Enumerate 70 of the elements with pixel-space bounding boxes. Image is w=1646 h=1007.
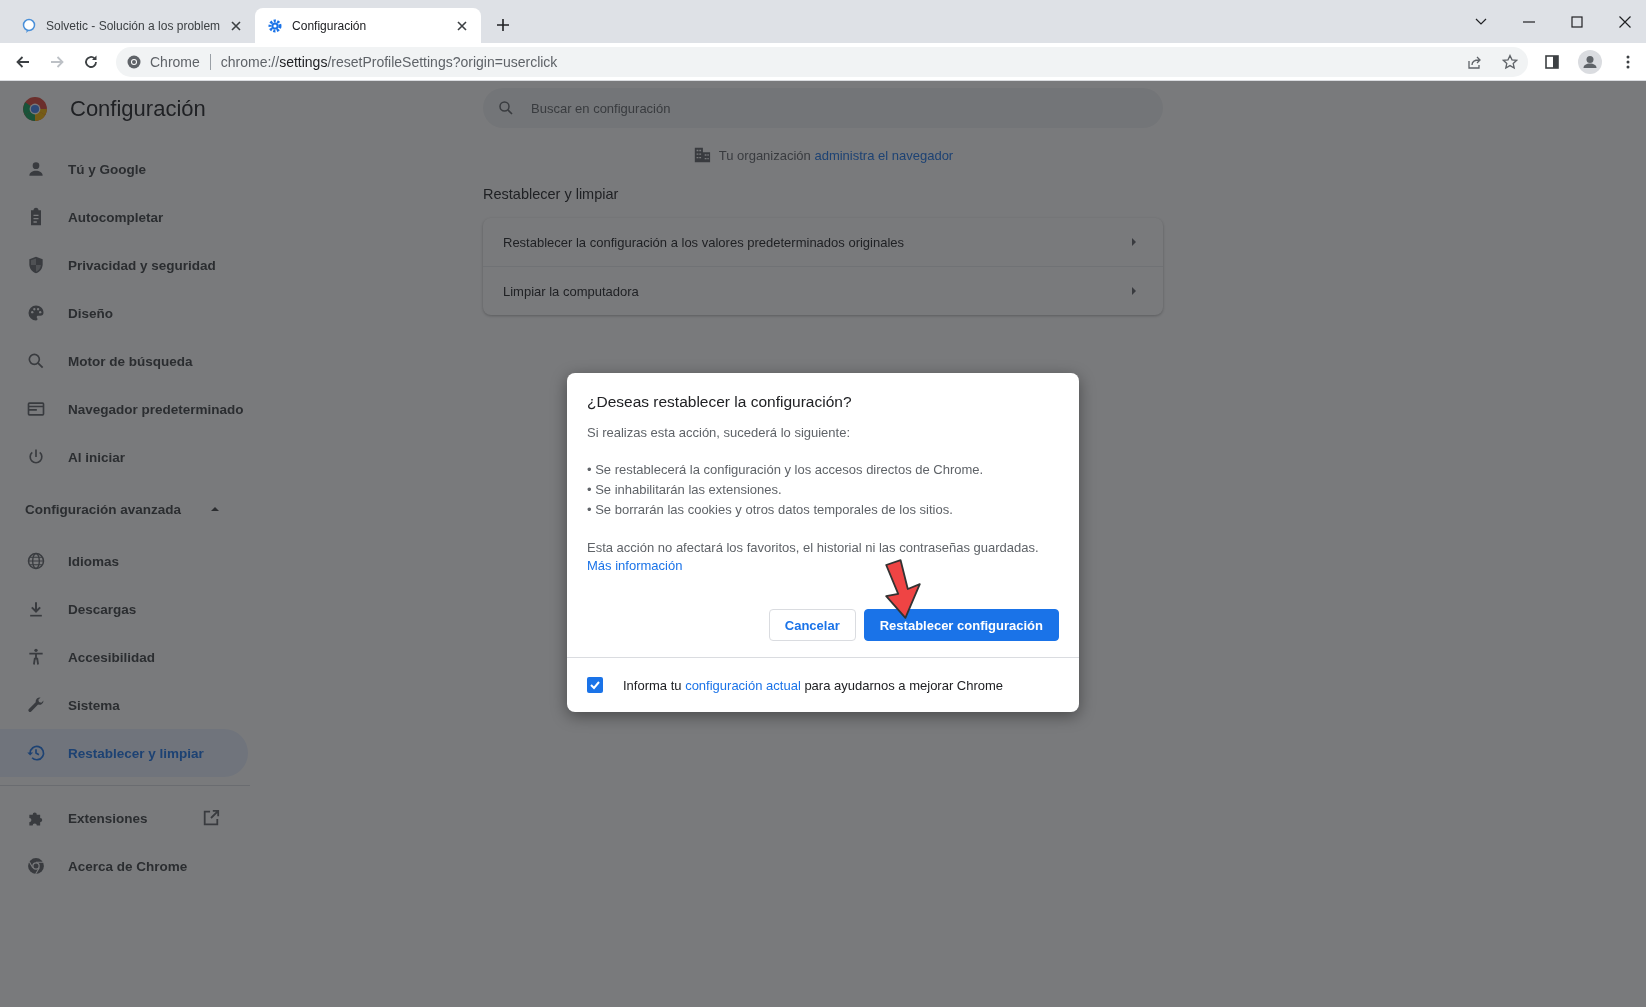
- advanced-section-toggle[interactable]: Configuración avanzada: [0, 481, 250, 537]
- browser-tab[interactable]: Solvetic - Solución a los problem: [9, 8, 256, 43]
- dialog-bullet: • Se inhabilitarán las extensiones.: [587, 481, 783, 499]
- sidebar-item[interactable]: Tú y Google: [0, 145, 248, 193]
- sidebar-item[interactable]: Diseño: [0, 289, 248, 337]
- reset-settings-button[interactable]: Restablecer configuración: [863, 609, 1059, 641]
- sidebar-item[interactable]: Acerca de Chrome: [0, 842, 248, 890]
- site-label: Chrome: [150, 53, 200, 70]
- tab-title: Configuración: [292, 18, 368, 33]
- sidebar-item[interactable]: Idiomas: [0, 537, 248, 585]
- sidebar-item[interactable]: Descargas: [0, 585, 248, 633]
- settings-row[interactable]: Restablecer la configuración a los valores predeterminados originales: [483, 218, 1163, 266]
- sidebar-item[interactable]: Al iniciar: [0, 433, 248, 481]
- section-title: Restablecer y limpiar: [483, 186, 620, 202]
- more-info-link[interactable]: Más información: [587, 558, 683, 573]
- chrome-icon: [26, 856, 46, 876]
- dialog-title: ¿Deseas restablecer la configuración?: [587, 393, 853, 411]
- sidebar-item[interactable]: Autocompletar: [0, 193, 248, 241]
- palette-icon: [26, 303, 46, 323]
- browser-tab[interactable]: Configuración: [255, 8, 482, 43]
- browser-window-icon: [26, 399, 46, 419]
- new-tab-icon[interactable]: [495, 17, 512, 33]
- manage-link[interactable]: administra el navegador: [814, 147, 954, 163]
- speech-bubble-icon: [21, 17, 37, 34]
- gear-icon: [267, 17, 284, 34]
- managed-notice: Tu organización administra el navegador: [718, 147, 954, 163]
- arrow-drawing: [885, 559, 921, 619]
- globe-icon: [26, 551, 46, 571]
- external-link-icon: [202, 809, 220, 827]
- shield-icon: [26, 255, 46, 275]
- profile-avatar-icon[interactable]: [1578, 49, 1602, 74]
- star-icon[interactable]: [1502, 53, 1518, 70]
- caret-up-icon: [210, 504, 220, 514]
- person-icon: [26, 159, 46, 179]
- side-panel-icon[interactable]: [1544, 53, 1560, 70]
- sidebar-item[interactable]: Accesibilidad: [0, 633, 248, 681]
- sidebar-item[interactable]: Navegador predeterminado: [0, 385, 248, 433]
- settings-row[interactable]: Limpiar la computadora: [483, 266, 1163, 315]
- wrench-icon: [26, 695, 46, 715]
- dialog-text: Esta acción no afectará los favoritos, el historial ni las contraseñas guardadas.: [587, 540, 1040, 555]
- history-icon: [26, 743, 46, 763]
- dialog-bullet: • Se restablecerá la configuración y los accesos directos de Chrome.: [587, 461, 985, 479]
- report-checkbox[interactable]: [587, 677, 603, 693]
- sidebar-item[interactable]: Restablecer y limpiar: [0, 729, 248, 777]
- accessibility-icon: [26, 647, 46, 667]
- dialog-bullet: • Se borrarán las cookies y otros datos temporales de los sitios.: [587, 501, 954, 519]
- search-icon: [497, 99, 515, 117]
- close-icon[interactable]: [455, 18, 470, 33]
- close-icon[interactable]: [229, 18, 244, 33]
- sidebar-item[interactable]: Motor de búsqueda: [0, 337, 248, 385]
- cancel-button[interactable]: Cancelar: [768, 609, 856, 641]
- settings-title: Configuración: [70, 96, 206, 122]
- building-icon: [692, 146, 711, 164]
- address-bar[interactable]: Chrome chrome://settings/resetProfileSettings?origin=userclick: [116, 46, 1528, 77]
- chrome-icon: [126, 53, 142, 70]
- caret-right-icon: [1129, 237, 1139, 247]
- close-icon[interactable]: [1618, 14, 1632, 29]
- chrome-logo-icon: [22, 96, 48, 122]
- report-label: Informa tu configuración actual para ayudarnos a mejorar Chrome: [623, 677, 1004, 693]
- url-text: chrome://settings/resetProfileSettings?origin=userclick: [220, 53, 559, 70]
- sidebar-item[interactable]: Sistema: [0, 681, 248, 729]
- dialog-text: Si realizas esta acción, sucederá lo siguiente:: [587, 425, 852, 440]
- sidebar-item[interactable]: Privacidad y seguridad: [0, 241, 248, 289]
- tab-title: Solvetic - Solución a los problem: [46, 18, 221, 33]
- search-field[interactable]: Buscar en configuración: [483, 88, 1163, 128]
- sidebar-item[interactable]: Extensiones: [0, 794, 248, 842]
- search-icon: [26, 351, 46, 371]
- maximize-icon[interactable]: [1570, 14, 1584, 29]
- current-settings-link[interactable]: configuración actual: [685, 677, 801, 693]
- caret-right-icon: [1129, 286, 1139, 296]
